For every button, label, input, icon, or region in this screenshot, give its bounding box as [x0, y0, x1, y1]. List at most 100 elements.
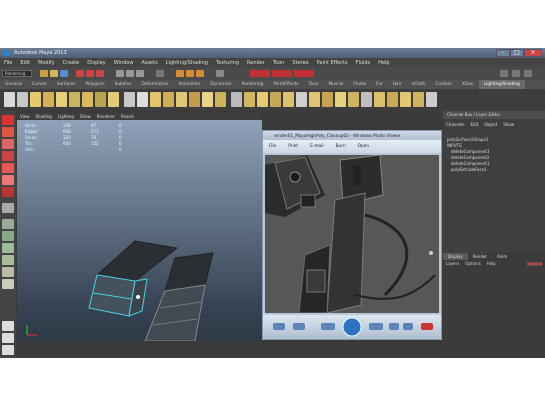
layer-menu-layers[interactable]: Layers: [443, 260, 462, 267]
render-frame-icon[interactable]: [176, 70, 184, 77]
mesh-piece-right-front[interactable]: [144, 284, 206, 341]
toolbox-extra-icon[interactable]: [2, 333, 14, 343]
zoom-icon[interactable]: [273, 323, 285, 330]
shelf-tool-icon[interactable]: [4, 92, 15, 107]
menu-paint-effects[interactable]: Paint Effects: [313, 58, 352, 67]
move-tool-icon[interactable]: [2, 151, 14, 161]
layout-hypershade-icon[interactable]: [2, 279, 14, 289]
shelf-tool-icon[interactable]: [69, 92, 80, 107]
shelf-tool-icon[interactable]: [30, 92, 41, 107]
shelf-tool-icon[interactable]: [150, 92, 161, 107]
channel-menu-object[interactable]: Object: [481, 121, 500, 129]
shelf-tool-icon[interactable]: [176, 92, 187, 107]
next-icon[interactable]: [369, 323, 383, 330]
layout-four-icon[interactable]: [2, 231, 14, 241]
layer-buttons-icon[interactable]: ■■■■: [524, 260, 545, 267]
shelf-tool-icon[interactable]: [137, 92, 148, 107]
shelf-tool-icon[interactable]: [231, 92, 242, 107]
manipulator-tool-icon[interactable]: [2, 187, 14, 197]
transform-field-icon[interactable]: [294, 70, 314, 77]
menu-modify[interactable]: Modify: [34, 58, 59, 67]
shelf-tool-icon[interactable]: [257, 92, 268, 107]
menu-render[interactable]: Render: [243, 58, 269, 67]
shelf-tool-icon[interactable]: [426, 92, 437, 107]
channel-menu-show[interactable]: Show: [500, 121, 517, 129]
shelf-tool-icon[interactable]: [202, 92, 213, 107]
shelf-tool-icon[interactable]: [43, 92, 54, 107]
mode-selector[interactable]: Rendering: [2, 70, 32, 77]
shelf-tool-icon[interactable]: [296, 92, 307, 107]
menu-window[interactable]: Window: [110, 58, 138, 67]
channel-menu-edit[interactable]: Edit: [468, 121, 482, 129]
shelf-tab-muscle[interactable]: Muscle: [324, 80, 349, 89]
mesh-piece-left-top[interactable]: [95, 240, 179, 282]
toolbox-extra-icon[interactable]: [2, 321, 14, 331]
shelf-tab-animation[interactable]: Animation: [173, 80, 205, 89]
rotate-right-icon[interactable]: [403, 323, 413, 330]
select-component-icon[interactable]: [96, 70, 104, 77]
shelf-tool-icon[interactable]: [335, 92, 346, 107]
maximize-button[interactable]: □: [510, 49, 524, 57]
photo-viewer-menu-file[interactable]: File: [263, 140, 282, 153]
shelf-tab-toon[interactable]: Toon: [304, 80, 324, 89]
new-scene-icon[interactable]: [40, 70, 48, 77]
delete-icon[interactable]: [421, 323, 433, 330]
transform-field-icon[interactable]: [272, 70, 292, 77]
shelf-tool-icon[interactable]: [283, 92, 294, 107]
layout-outliner-icon[interactable]: [2, 255, 14, 265]
menu-toon[interactable]: Toon: [269, 58, 289, 67]
shelf-tool-icon[interactable]: [95, 92, 106, 107]
transform-field-icon[interactable]: [250, 70, 270, 77]
shelf-tool-icon[interactable]: [82, 92, 93, 107]
layout-single-icon[interactable]: [2, 219, 14, 229]
shelf-tab-xgen[interactable]: XGen: [457, 80, 479, 89]
shelf-tab-polygons[interactable]: Polygons: [80, 80, 109, 89]
perspective-viewport[interactable]: View Shading Lighting Show Renderer Pane…: [17, 113, 262, 341]
shelf-tool-icon[interactable]: [56, 92, 67, 107]
shelf-tool-icon[interactable]: [387, 92, 398, 107]
menu-edit[interactable]: Edit: [16, 58, 34, 67]
rotate-tool-icon[interactable]: [2, 163, 14, 173]
actual-size-icon[interactable]: [293, 323, 305, 330]
shelf-tab-hair[interactable]: Hair: [388, 80, 407, 89]
timeline-bar[interactable]: [17, 341, 262, 358]
select-tool-icon[interactable]: [2, 115, 14, 125]
shelf-tool-icon[interactable]: [348, 92, 359, 107]
menu-fluids[interactable]: Fluids: [352, 58, 375, 67]
menu-file[interactable]: File: [0, 58, 16, 67]
shelf-tool-icon[interactable]: [215, 92, 226, 107]
attribute-editor-icon[interactable]: [500, 70, 508, 77]
photo-viewer-menu-burn[interactable]: Burn: [330, 140, 352, 153]
photo-viewer-menu-open[interactable]: Open: [352, 140, 375, 153]
shelf-tab-fur[interactable]: Fur: [371, 80, 388, 89]
shelf-tool-icon[interactable]: [189, 92, 200, 107]
menu-assets[interactable]: Assets: [137, 58, 161, 67]
shelf-tab-surfaces[interactable]: Surfaces: [52, 80, 81, 89]
layer-menu-options[interactable]: Options: [462, 260, 483, 267]
last-tool-icon[interactable]: [2, 203, 14, 213]
shelf-tool-icon[interactable]: [270, 92, 281, 107]
rotate-left-icon[interactable]: [389, 323, 399, 330]
shelf-tab-subdivs[interactable]: Subdivs: [110, 80, 137, 89]
shelf-tab-custom[interactable]: Custom: [431, 80, 457, 89]
snap-point-icon[interactable]: [136, 70, 144, 77]
history-icon[interactable]: [156, 70, 164, 77]
layout-graph-icon[interactable]: [2, 267, 14, 277]
render-settings-icon[interactable]: [196, 70, 204, 77]
select-object-icon[interactable]: [86, 70, 94, 77]
layer-tab-anim[interactable]: Anim: [492, 253, 512, 260]
ipr-render-icon[interactable]: [186, 70, 194, 77]
shelf-tab-rendering[interactable]: Rendering: [236, 80, 268, 89]
shelf-tool-icon[interactable]: [374, 92, 385, 107]
shelf-tool-icon[interactable]: [400, 92, 411, 107]
shelf-tab-lighting-shading[interactable]: Lighting/Shading: [478, 80, 525, 89]
shelf-tab-ncloth[interactable]: nCloth: [407, 80, 431, 89]
shelf-tab-painteffects[interactable]: PaintEffects: [268, 80, 303, 89]
shelf-tab-curves[interactable]: Curves: [27, 80, 52, 89]
photo-viewer-menu-print[interactable]: Print: [282, 140, 304, 153]
paint-select-tool-icon[interactable]: [2, 139, 14, 149]
shelf-tool-icon[interactable]: [413, 92, 424, 107]
shelf-tool-icon[interactable]: [108, 92, 119, 107]
select-hierarchy-icon[interactable]: [76, 70, 84, 77]
menu-lighting-shading[interactable]: Lighting/Shading: [162, 58, 212, 67]
